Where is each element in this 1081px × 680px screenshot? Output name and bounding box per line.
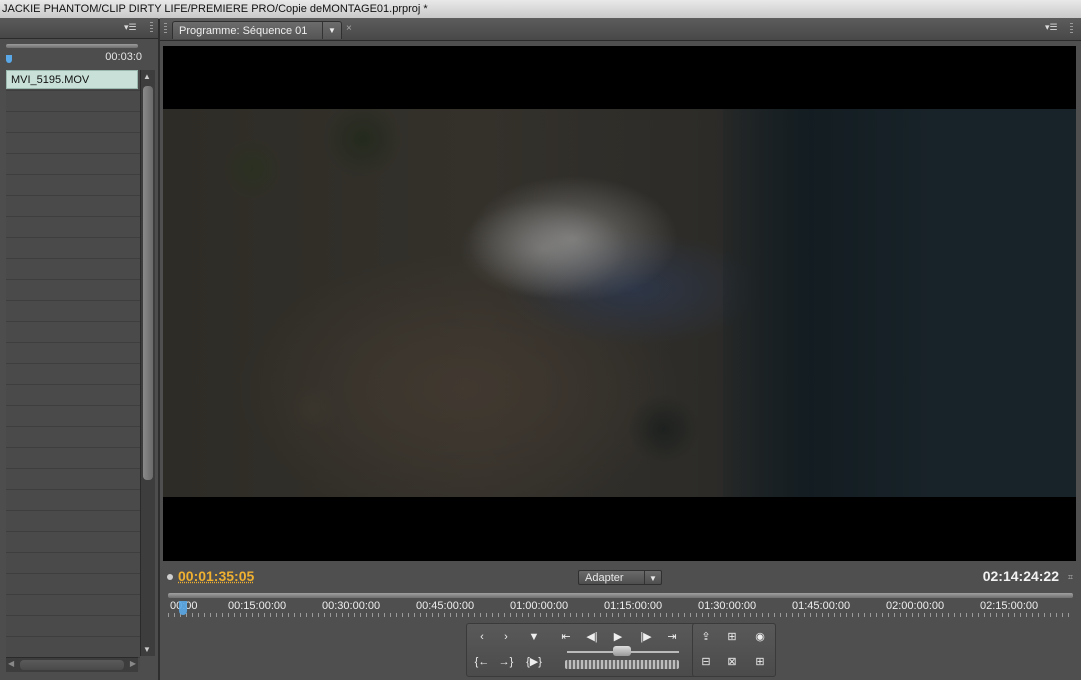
ruler-label: 01:00:00:00: [510, 600, 569, 612]
clip-list: MVI_5195.MOV: [6, 70, 140, 670]
duration-timecode: 02:14:24:22: [982, 568, 1059, 584]
safe-margins-icon[interactable]: ⊟: [695, 653, 717, 671]
chevron-down-icon[interactable]: ▼: [322, 22, 341, 39]
scroll-left-icon[interactable]: ◀: [8, 659, 14, 668]
panel-grip[interactable]: [150, 22, 153, 34]
edit-controls: ⇪ ⊞ ◉ ⊟ ⊠ ⊞: [692, 623, 776, 677]
ruler-label: 02:15:00:00: [980, 600, 1039, 612]
output-icon[interactable]: ⊠: [721, 653, 743, 671]
scroll-thumb[interactable]: [143, 86, 153, 480]
video-frame-foliage: [163, 109, 723, 497]
scroll-up-icon[interactable]: ▲: [143, 72, 151, 81]
program-monitor: Programme: Séquence 01 ▼ × ▾☰ 00:01:35:0…: [160, 18, 1081, 680]
go-to-out-icon[interactable]: ⇥: [661, 628, 683, 646]
export-frame-icon[interactable]: ◉: [749, 628, 771, 646]
scroll-thumb[interactable]: [20, 660, 124, 670]
ruler-ticks: [168, 613, 1073, 617]
panel-menu-icon[interactable]: ▾☰: [1045, 22, 1058, 33]
program-zoom-bar[interactable]: [168, 593, 1073, 598]
step-forward-icon[interactable]: |▶: [635, 628, 657, 646]
current-timecode[interactable]: 00:01:35:05: [178, 568, 254, 584]
source-playhead[interactable]: [6, 55, 12, 63]
play-icon[interactable]: ▶: [607, 628, 629, 646]
scroll-right-icon[interactable]: ▶: [130, 659, 136, 668]
go-to-next-edit-icon[interactable]: →}: [495, 653, 517, 671]
fit-select-value: Adapter: [585, 572, 624, 584]
go-to-previous-edit-icon[interactable]: {←: [471, 653, 493, 671]
play-in-to-out-icon[interactable]: {▶}: [523, 653, 545, 671]
source-zoom-bar[interactable]: [6, 44, 138, 48]
panel-grip[interactable]: [164, 23, 167, 35]
source-timecode: 00:03:0: [105, 51, 142, 63]
close-icon[interactable]: ×: [346, 23, 352, 34]
tab-label: Programme: Séquence 01: [179, 25, 308, 37]
ruler-label: 02:00:00:00: [886, 600, 945, 612]
jog-knob[interactable]: [613, 646, 631, 656]
extract-icon[interactable]: ⊞: [721, 628, 743, 646]
source-panel-header: ▾☰: [0, 18, 158, 39]
shuttle-wheel[interactable]: [565, 660, 679, 669]
mark-in-icon[interactable]: ‹: [471, 628, 493, 646]
panel-menu-icon[interactable]: ▾☰: [124, 22, 137, 33]
tab-program-sequence[interactable]: Programme: Séquence 01 ▼: [172, 21, 342, 39]
fit-select[interactable]: Adapter ▼: [578, 570, 662, 585]
list-item[interactable]: MVI_5195.MOV: [6, 70, 138, 89]
render-dot-icon: [167, 574, 173, 580]
step-back-icon[interactable]: ◀|: [581, 628, 603, 646]
video-frame: [163, 109, 1076, 497]
trim-icon[interactable]: ⊞: [749, 653, 771, 671]
source-time-ruler[interactable]: 00:03:0: [4, 42, 142, 64]
window-title: JACKIE PHANTOM/CLIP DIRTY LIFE/PREMIERE …: [2, 3, 428, 15]
clip-list-vertical-scrollbar[interactable]: ▲ ▼: [140, 70, 155, 656]
clip-list-horizontal-scrollbar[interactable]: ◀ ▶: [6, 657, 138, 672]
resize-icon[interactable]: ⌗: [1068, 572, 1073, 583]
lift-icon[interactable]: ⇪: [695, 628, 717, 646]
ruler-label: 00:30:00:00: [322, 600, 381, 612]
program-monitor-header: Programme: Séquence 01 ▼ × ▾☰: [160, 18, 1081, 41]
chevron-down-icon[interactable]: ▼: [644, 571, 661, 584]
video-viewer[interactable]: [163, 46, 1076, 561]
ruler-label: 01:45:00:00: [792, 600, 851, 612]
program-playhead[interactable]: [178, 601, 187, 615]
add-marker-icon[interactable]: ▼: [523, 628, 545, 646]
ruler-label: 01:15:00:00: [604, 600, 663, 612]
program-time-ruler[interactable]: 00:00 00:15:00:00 00:30:00:00 00:45:00:0…: [166, 591, 1075, 617]
ruler-label: 00:15:00:00: [228, 600, 287, 612]
ruler-label: 01:30:00:00: [698, 600, 757, 612]
window-titlebar: JACKIE PHANTOM/CLIP DIRTY LIFE/PREMIERE …: [0, 0, 1081, 19]
source-panel: ▾☰ 00:03:0 MVI_5195.MOV ▲ ▼ ◀ ▶: [0, 18, 158, 680]
mark-out-icon[interactable]: ›: [495, 628, 517, 646]
video-frame-shadow: [723, 109, 1076, 497]
go-to-in-icon[interactable]: ⇤: [555, 628, 577, 646]
timecode-row: 00:01:35:05 Adapter ▼ 02:14:24:22 ⌗: [160, 565, 1081, 587]
scroll-down-icon[interactable]: ▼: [143, 645, 151, 654]
ruler-label: 00:45:00:00: [416, 600, 475, 612]
panel-grip[interactable]: [1070, 23, 1073, 35]
jog-slider[interactable]: [567, 646, 679, 656]
